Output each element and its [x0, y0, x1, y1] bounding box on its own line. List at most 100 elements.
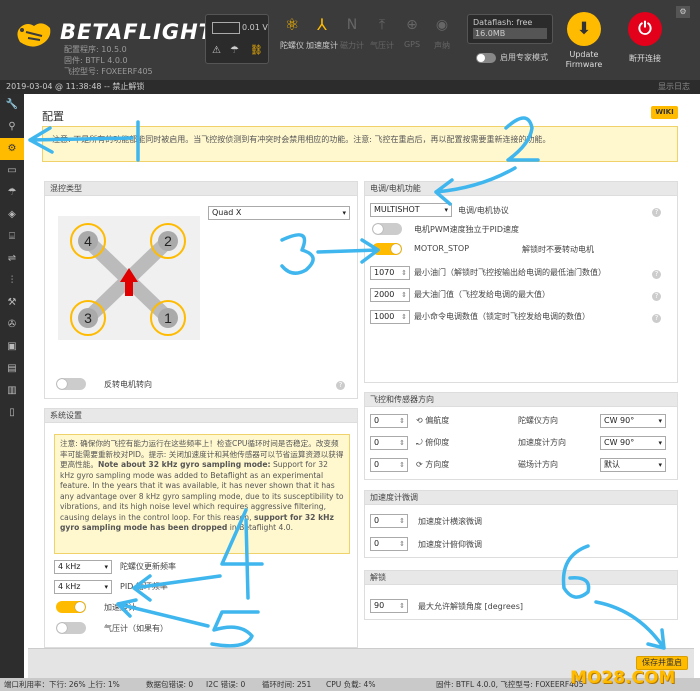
- baro-icon: ⤒: [378, 17, 386, 33]
- max-throttle-label: 最大油门值（飞控发给电调的最大值）: [414, 290, 550, 299]
- sidebar-item-servos[interactable]: ⚒: [0, 292, 24, 314]
- sidebar-item-pid[interactable]: ◈: [0, 204, 24, 226]
- status-bar: 2019-03-04 @ 11:38:48 -- 禁止解锁 显示日志: [0, 80, 700, 94]
- esc-header: 电调/电机功能: [365, 182, 677, 196]
- motor-1-label: 1: [164, 310, 172, 326]
- sidebar-item-modes[interactable]: ⇌: [0, 248, 24, 270]
- gyro-alignment-select[interactable]: CW 90°: [600, 414, 666, 428]
- page-title: 配置: [42, 110, 64, 123]
- feature-notice: 注意: 不是所有的功能都能同时被启用。当飞控按侦测到有冲突时会禁用相应的功能。注…: [42, 126, 678, 162]
- wiki-button[interactable]: WIKI: [651, 106, 678, 119]
- pwm-speed-label: 电机PWM速度独立于PID速度: [414, 225, 519, 234]
- barometer-switch[interactable]: [56, 622, 86, 634]
- pid-frequency-label: PID 循环频率: [120, 582, 168, 591]
- gyro-frequency-select[interactable]: 4 kHz: [54, 560, 112, 574]
- pwm-speed-switch[interactable]: [372, 223, 402, 235]
- failsafe-icon: ☂: [230, 45, 239, 56]
- motor-stop-description: 解锁时不要转动电机: [522, 245, 594, 254]
- system-warning: 注意: 确保你的飞控有能力运行在这些频率上！检查CPU循环时间是否稳定。改变频率…: [54, 434, 350, 554]
- accel-pitch-trim-input[interactable]: 0: [370, 537, 408, 551]
- cpu-load: CPU 负载: 4%: [326, 680, 376, 689]
- update-firmware-label: Update Firmware: [565, 50, 603, 69]
- link-icon: ⛓: [250, 45, 263, 56]
- battery-icon: [212, 22, 240, 34]
- esc-protocol-label: 电调/电机协议: [458, 206, 509, 215]
- expert-mode-label: 启用专家模式: [500, 53, 548, 62]
- sidebar-item-power[interactable]: ▭: [0, 160, 24, 182]
- sidebar-item-ports[interactable]: ⚲: [0, 116, 24, 138]
- help-icon: ?: [652, 314, 661, 323]
- sidebar-item-adjustments[interactable]: ⫶: [0, 270, 24, 292]
- packet-error: 数据包错误: 0: [146, 680, 194, 689]
- help-icon: ?: [652, 270, 661, 279]
- sensor-baro-label: 气压计: [370, 41, 394, 50]
- battery-panel: 0.01 V ⚠ ☂ ⛓: [205, 14, 269, 64]
- configurator-version: 配置程序: 10.5.0: [64, 45, 127, 54]
- expert-mode-toggle[interactable]: 启用专家模式: [476, 52, 548, 63]
- motor-4-label: 4: [84, 233, 92, 249]
- gps-icon: ⊕: [406, 17, 418, 33]
- sensor-gps-label: GPS: [403, 40, 421, 49]
- sidebar-item-cli[interactable]: ▥: [0, 380, 24, 402]
- betaflight-logo-icon: [17, 23, 51, 47]
- max-arming-angle-label: 最大允许解锁角度 [degrees]: [418, 602, 523, 611]
- esc-protocol-select[interactable]: MULTISHOT: [370, 203, 452, 217]
- accel-roll-trim-input[interactable]: 0: [370, 514, 408, 528]
- sonar-icon: ◉: [435, 17, 449, 33]
- reverse-motor-switch[interactable]: [56, 378, 86, 390]
- sensor-gyro-label: 陀螺仪: [280, 41, 304, 50]
- sensor-accel-label: 加速度计: [306, 41, 338, 50]
- sidebar-item-osd[interactable]: ▣: [0, 336, 24, 358]
- accel-trim-panel: 加速度计微调: [364, 490, 678, 558]
- warning-text-3: in Betaflight 4.0.: [227, 523, 294, 532]
- arming-header: 解锁: [365, 571, 677, 585]
- sidebar-item-logging[interactable]: ▯: [0, 402, 24, 424]
- gyro-alignment-label: 陀螺仪方向: [518, 416, 558, 425]
- accel-alignment-label: 加速度计方向: [518, 438, 566, 447]
- sidebar-item-setup[interactable]: 🔧: [0, 94, 24, 116]
- accel-trim-header: 加速度计微调: [365, 491, 677, 505]
- accel-alignment-select[interactable]: CW 90°: [600, 436, 666, 450]
- sidebar-item-blackbox[interactable]: ▤: [0, 358, 24, 380]
- sidebar-item-receiver[interactable]: ⌸: [0, 226, 24, 248]
- mag-alignment-select[interactable]: 默认: [600, 458, 666, 472]
- max-arming-angle-input[interactable]: 90: [370, 599, 408, 613]
- disconnect-button[interactable]: ⏻: [628, 12, 662, 46]
- update-firmware-button[interactable]: ⬇: [567, 12, 601, 46]
- sensor-mag: N 磁力计: [338, 14, 366, 64]
- pid-frequency-select[interactable]: 4 kHz: [54, 580, 112, 594]
- help-icon: ?: [336, 381, 345, 390]
- roll-alignment-input[interactable]: 0: [370, 414, 408, 428]
- top-header: BETAFLIGHT 配置程序: 10.5.0 固件: BTFL 4.0.0 飞…: [0, 0, 700, 80]
- i2c-error: I2C 错误: 0: [206, 680, 246, 689]
- yaw-alignment-label: ⟳ 方向度: [416, 459, 449, 470]
- cycle-time: 循环时间: 251: [262, 680, 312, 689]
- motor-stop-switch[interactable]: [372, 243, 402, 255]
- pitch-alignment-label: ⤾ 俯仰度: [416, 437, 449, 448]
- max-throttle-input[interactable]: 2000: [370, 288, 410, 302]
- pitch-alignment-input[interactable]: 0: [370, 436, 408, 450]
- motor-stop-label: MOTOR_STOP: [414, 244, 470, 253]
- settings-gear-icon[interactable]: ⚙: [676, 6, 690, 18]
- expert-mode-switch[interactable]: [476, 52, 496, 63]
- dataflash-size: 16.0MB: [473, 28, 547, 39]
- accel-pitch-trim-label: 加速度计俯仰微调: [418, 540, 482, 549]
- min-throttle-input[interactable]: 1070: [370, 266, 410, 280]
- sidebar-item-failsafe[interactable]: ☂: [0, 182, 24, 204]
- sensor-sonar: ◉ 声纳: [428, 14, 456, 64]
- dataflash-title: Dataflash: free: [473, 18, 533, 27]
- show-log-link[interactable]: 显示日志: [658, 80, 690, 94]
- sidebar-item-motors[interactable]: ✇: [0, 314, 24, 336]
- yaw-alignment-input[interactable]: 0: [370, 458, 408, 472]
- quad-x-diagram: 4 2 3 1: [58, 216, 200, 340]
- min-command-input[interactable]: 1000: [370, 310, 410, 324]
- board-target: 飞控型号: FOXEERF405: [64, 67, 153, 76]
- accelerometer-switch[interactable]: [56, 601, 86, 613]
- motor-2-label: 2: [164, 233, 172, 249]
- arming-panel: 解锁: [364, 570, 678, 620]
- sidebar-item-configuration[interactable]: ⚙: [0, 138, 24, 160]
- roll-axis-text: 偏航度: [425, 416, 450, 425]
- yaw-icon: ⟳: [416, 460, 423, 469]
- sensor-accel: ⅄ 加速度计: [306, 14, 338, 64]
- mixer-type-select[interactable]: Quad X: [208, 206, 350, 220]
